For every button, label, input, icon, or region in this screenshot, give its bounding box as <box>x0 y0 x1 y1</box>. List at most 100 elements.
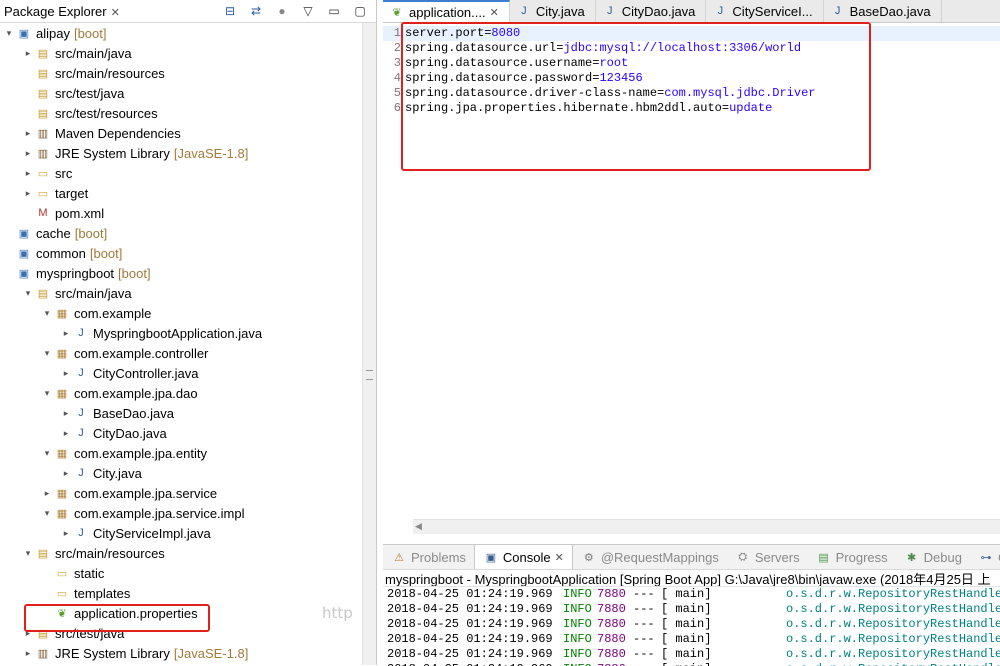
minimize-icon[interactable]: ▭ <box>326 3 342 19</box>
tree-item-label: City.java <box>93 465 142 481</box>
editor-area: ❦ application.... ✕ J City.java J CityDao.java… <box>383 0 1000 666</box>
collapse-arrow-icon[interactable]: ▸ <box>61 328 71 338</box>
bottom-tab[interactable]: ⚙ @RequestMappings <box>573 549 727 565</box>
tree-item[interactable]: ▾ ▦ com.example.controller <box>0 343 362 363</box>
bottom-panel-tabbar: ⚠ Problems ▣ Console ✕ ⚙ @RequestMappings ⛭ Serv… <box>383 544 1000 570</box>
collapse-arrow-icon[interactable]: ▸ <box>23 48 33 58</box>
collapse-arrow-icon[interactable]: ▸ <box>61 428 71 438</box>
console-thread: [ main] <box>661 617 712 631</box>
tree-item[interactable]: ▸ ▭ target <box>0 183 362 203</box>
tree-item[interactable]: ▤ src/test/java <box>0 83 362 103</box>
collapse-arrow-icon[interactable]: ▸ <box>61 408 71 418</box>
project-icon: ▣ <box>18 27 30 40</box>
editor-tab[interactable]: J CityServiceI... <box>706 0 824 22</box>
tree-scrollbar[interactable] <box>362 23 376 665</box>
editor-horizontal-scrollbar[interactable]: ◀ <box>413 519 1000 534</box>
java-file-icon: J <box>78 407 84 419</box>
package-explorer-tab[interactable]: Package Explorer ✕ <box>4 4 120 19</box>
tree-item[interactable]: ▸ ▥ JRE System Library [JavaSE-1.8] <box>0 143 362 163</box>
tree-item[interactable]: ▤ src/test/resources <box>0 103 362 123</box>
close-icon[interactable]: ✕ <box>111 6 120 19</box>
source-folder-icon: ▤ <box>37 67 49 80</box>
bottom-tab[interactable]: ⚠ Problems <box>383 549 474 565</box>
bottom-tab-label: Debug <box>923 549 962 565</box>
tree-item-label: MyspringbootApplication.java <box>93 325 263 341</box>
project-tree: ▾ ▣ alipay [boot] ▸ ▤ src/main/java ▤ src/main/r… <box>0 23 362 663</box>
expand-arrow-icon[interactable]: ▾ <box>42 348 52 358</box>
collapse-arrow-icon[interactable]: ▸ <box>23 188 33 198</box>
bottom-tab[interactable]: ✱ Debug <box>896 549 970 565</box>
scroll-left-icon[interactable]: ◀ <box>415 521 422 532</box>
collapse-arrow-icon[interactable]: ▸ <box>61 368 71 378</box>
tree-item[interactable]: ▸ ▦ com.example.jpa.service <box>0 483 362 503</box>
collapse-arrow-icon[interactable]: ▸ <box>61 528 71 538</box>
expand-arrow-icon[interactable]: ▾ <box>42 388 52 398</box>
collapse-arrow-icon[interactable]: ▸ <box>23 128 33 138</box>
tree-item-label: Maven Dependencies <box>55 125 181 141</box>
tree-item[interactable]: ▾ ▤ src/main/resources <box>0 543 362 563</box>
tree-item[interactable]: ▸ J CityDao.java <box>0 423 362 443</box>
progress-icon: ▤ <box>818 551 829 564</box>
collapse-arrow-icon[interactable]: ▸ <box>23 148 33 158</box>
tree-item[interactable]: ▸ ▤ src/main/java <box>0 43 362 63</box>
editor-tab[interactable]: J BaseDao.java <box>824 0 942 22</box>
tree-item-decoration: [boot] <box>74 225 108 241</box>
console-thread: [ main] <box>661 632 712 646</box>
close-icon[interactable]: ✕ <box>490 6 499 19</box>
tree-item[interactable]: ▣ cache [boot] <box>0 223 362 243</box>
tree-item-label: src <box>55 165 73 181</box>
bottom-tab[interactable]: ⛭ Servers <box>727 549 808 565</box>
tree-item[interactable]: ▸ J MyspringbootApplication.java <box>0 323 362 343</box>
tree-item[interactable]: ▾ ▦ com.example <box>0 303 362 323</box>
tree-item[interactable]: ▸ ▥ Maven Dependencies <box>0 123 362 143</box>
maximize-icon[interactable]: ▢ <box>352 3 368 19</box>
expand-arrow-icon[interactable]: ▾ <box>42 308 52 318</box>
expand-arrow-icon[interactable]: ▾ <box>42 448 52 458</box>
editor-tab[interactable]: ❦ application.... ✕ <box>383 0 510 22</box>
editor-tab[interactable]: J CityDao.java <box>596 0 707 22</box>
bottom-tab[interactable]: ▣ Console ✕ <box>473 545 573 569</box>
tree-item[interactable]: ▾ ▦ com.example.jpa.dao <box>0 383 362 403</box>
editor-tab[interactable]: J City.java <box>510 0 596 22</box>
console-output[interactable]: 2018-04-25 01:24:19.969 INFO 7880 --- [ main… <box>383 586 1000 666</box>
collapse-arrow-icon[interactable]: ▸ <box>23 648 33 658</box>
tree-item-label: JRE System Library <box>55 145 170 161</box>
tree-item[interactable]: ▾ ▤ src/main/java <box>0 283 362 303</box>
collapse-arrow-icon[interactable]: ▸ <box>61 468 71 478</box>
expand-arrow-icon[interactable]: ▾ <box>23 548 33 558</box>
tree-item[interactable]: ▸ ▭ src <box>0 163 362 183</box>
collapse-all-icon[interactable]: ⊟ <box>222 3 238 19</box>
tree-item[interactable]: ▾ ▦ com.example.jpa.service.impl <box>0 503 362 523</box>
tree-item[interactable]: ▾ ▦ com.example.jpa.entity <box>0 443 362 463</box>
tree-item-decoration: [JavaSE-1.8] <box>173 145 249 161</box>
tree-item[interactable]: ▸ J BaseDao.java <box>0 403 362 423</box>
expand-arrow-icon[interactable]: ▾ <box>23 288 33 298</box>
focus-icon[interactable]: ● <box>274 3 290 19</box>
scrollbar-grip[interactable] <box>366 370 373 380</box>
tree-item[interactable]: ▣ common [boot] <box>0 243 362 263</box>
expand-arrow-icon[interactable]: ▾ <box>42 508 52 518</box>
console-level: INFO <box>563 647 592 661</box>
tree-item[interactable]: ▣ myspringboot [boot] <box>0 263 362 283</box>
tree-item[interactable]: ▸ J CityServiceImpl.java <box>0 523 362 543</box>
editor-tab-label: CityDao.java <box>621 3 696 19</box>
view-menu-icon[interactable]: ▽ <box>300 3 316 19</box>
tree-item[interactable]: ▭ static <box>0 563 362 583</box>
highlight-box-code <box>401 22 871 171</box>
library-icon: ▥ <box>37 127 49 140</box>
expand-arrow-icon[interactable]: ▾ <box>4 28 14 38</box>
collapse-arrow-icon[interactable]: ▸ <box>23 168 33 178</box>
tree-item[interactable]: ▸ ▥ JRE System Library [JavaSE-1.8] <box>0 643 362 663</box>
tree-item[interactable]: ▸ J CityController.java <box>0 363 362 383</box>
tree-item[interactable]: ▭ templates <box>0 583 362 603</box>
bottom-tab[interactable]: ▤ Progress <box>808 549 896 565</box>
tree-item[interactable]: ▾ ▣ alipay [boot] <box>0 23 362 43</box>
tree-item[interactable]: Mpom.xml <box>0 203 362 223</box>
bottom-tab[interactable]: ⊶Call Hie <box>970 549 1000 565</box>
link-with-editor-icon[interactable]: ⇄ <box>248 3 264 19</box>
tree-item[interactable]: ▤ src/main/resources <box>0 63 362 83</box>
tree-item[interactable]: ▸ J City.java <box>0 463 362 483</box>
close-icon[interactable]: ✕ <box>555 551 564 564</box>
collapse-arrow-icon[interactable]: ▸ <box>42 488 52 498</box>
